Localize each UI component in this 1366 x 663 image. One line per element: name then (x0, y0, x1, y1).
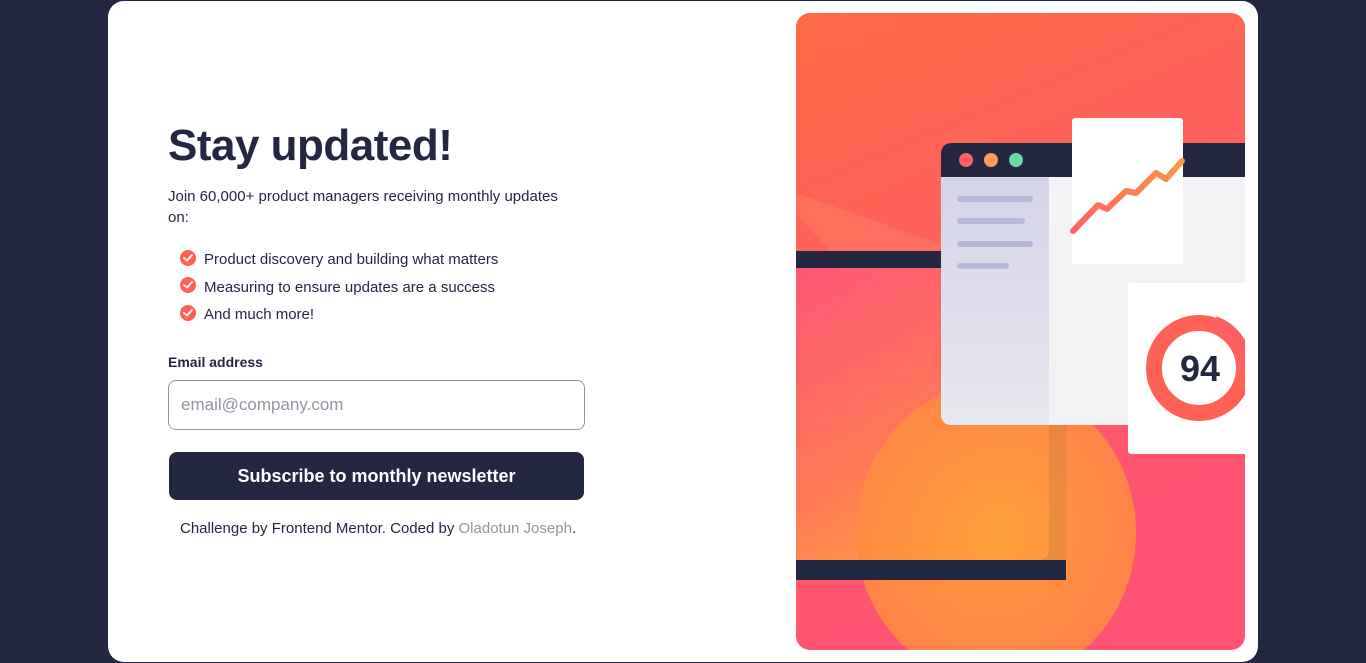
score-value: 94 (1180, 348, 1220, 389)
hero-illustration: 94 (796, 13, 1245, 650)
check-icon (180, 249, 196, 266)
intro-text: Join 60,000+ product managers receiving … (168, 188, 558, 226)
attribution-suffix: . (571, 520, 577, 537)
feature-label: Measuring to ensure updates are a succes… (204, 278, 495, 296)
feature-item: And much more! (180, 301, 498, 329)
attribution: Challenge by Frontend Mentor. Coded by O… (180, 520, 576, 537)
feature-item: Product discovery and building what matt… (180, 246, 498, 274)
page-title: Stay updated! (168, 121, 453, 170)
attribution-text: Challenge by Frontend Mentor. Coded by (180, 520, 459, 537)
feature-list: Product discovery and building what matt… (180, 246, 498, 329)
check-icon (180, 304, 196, 321)
signup-card: Stay updated! Join 60,000+ product manag… (108, 1, 1258, 662)
subscribe-button[interactable]: Subscribe to monthly newsletter (169, 452, 584, 500)
check-icon (180, 277, 196, 294)
feature-label: Product discovery and building what matt… (204, 251, 499, 269)
author-link[interactable]: Oladotun Joseph (459, 520, 572, 537)
feature-label: And much more! (204, 306, 315, 324)
email-label: Email address (168, 354, 263, 370)
email-field[interactable] (168, 380, 585, 430)
feature-item: Measuring to ensure updates are a succes… (180, 274, 498, 302)
